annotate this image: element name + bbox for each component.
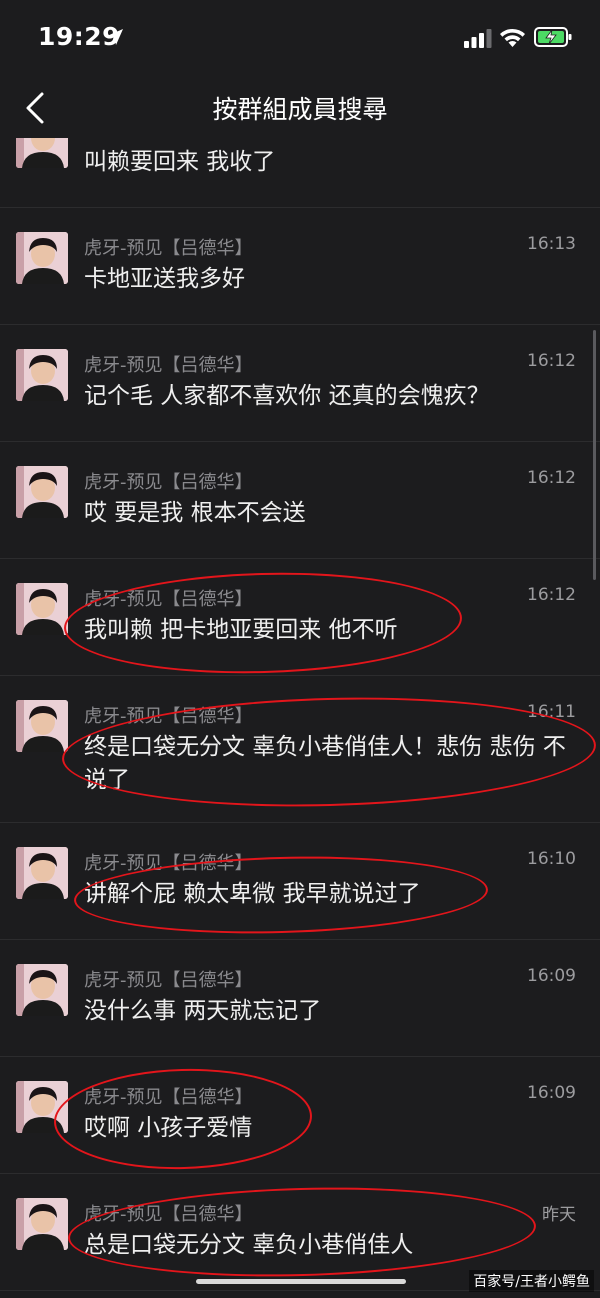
list-item[interactable]: 虎牙-预见【吕德华】 16:12 我叫赖 把卡地亚要回来 他不听: [0, 559, 600, 679]
status-bar: 19:29: [0, 0, 600, 78]
message-time: 16:09: [527, 966, 576, 986]
message-text: 卡地亚送我多好: [84, 266, 245, 292]
avatar: [16, 847, 68, 899]
nav-bar: 按群組成員搜尋: [0, 78, 600, 138]
list-item[interactable]: 虎牙-预见【吕德华】 16:09 没什么事 两天就忘记了: [0, 940, 600, 1057]
avatar: [16, 466, 68, 518]
sender-name: 虎牙-预见【吕德华】: [84, 472, 253, 493]
signal-icon: [464, 29, 492, 48]
list-item[interactable]: 虎牙-预见【吕德华】 16:10 讲解个屁 赖太卑微 我早就说过了: [0, 823, 600, 940]
list-item[interactable]: 虎牙-预见【吕德华】 16:13 卡地亚送我多好: [0, 208, 600, 325]
avatar: [16, 964, 68, 1016]
message-time: 16:12: [527, 351, 576, 371]
avatar: [16, 1081, 68, 1133]
avatar: [16, 349, 68, 401]
wifi-icon: [500, 28, 525, 47]
sender-name: 虎牙-预见【吕德华】: [84, 853, 253, 874]
page-title: 按群組成員搜尋: [212, 95, 388, 124]
battery-charging-icon: [534, 27, 572, 47]
message-time: 16:13: [527, 234, 576, 254]
avatar: [16, 232, 68, 284]
message-text: 讲解个屁 赖太卑微 我早就说过了: [84, 881, 421, 907]
sender-name: 虎牙-预见【吕德华】: [84, 970, 253, 991]
avatar: [16, 583, 68, 635]
avatar: [16, 138, 68, 168]
avatar-photo: [16, 1081, 68, 1133]
message-text: 总是口袋无分文 辜负小巷俏佳人: [84, 1232, 414, 1258]
avatar-photo: [16, 138, 68, 168]
list-item[interactable]: 虎牙-预见【吕德华】 16:11 终是口袋无分文 辜负小巷俏佳人！悲伤 悲伤 不…: [0, 676, 600, 823]
message-time: 16:12: [527, 468, 576, 488]
avatar-photo: [16, 847, 68, 899]
home-indicator[interactable]: [196, 1279, 406, 1284]
list-item-partial[interactable]: 叫赖要回来 我收了: [0, 138, 600, 208]
sender-name: 虎牙-预见【吕德华】: [84, 238, 253, 259]
message-text: 没什么事 两天就忘记了: [84, 998, 322, 1024]
message-time: 16:09: [527, 1083, 576, 1103]
list-item[interactable]: 虎牙-预见【吕德华】 16:09 哎啊 小孩子爱情: [0, 1057, 600, 1174]
avatar-photo: [16, 349, 68, 401]
message-text: 终是口袋无分文 辜负小巷俏佳人！悲伤 悲伤 不说了: [84, 734, 566, 793]
sender-name: 虎牙-预见【吕德华】: [84, 706, 253, 727]
avatar-photo: [16, 964, 68, 1016]
sender-name: 虎牙-预见【吕德华】: [84, 1204, 253, 1225]
message-text: 叫赖要回来 我收了: [84, 149, 276, 175]
sender-name: 虎牙-预见【吕德华】: [84, 355, 253, 376]
scrollbar[interactable]: [593, 330, 596, 580]
screen: 19:29 按群組成員搜尋 叫赖要回来 我收了 虎牙-预见【吕德华】 16:13…: [0, 0, 600, 1298]
message-time: 16:10: [527, 849, 576, 869]
avatar-photo: [16, 700, 68, 752]
avatar: [16, 1198, 68, 1250]
message-text: 记个毛 人家都不喜欢你 还真的会愧疚？: [84, 383, 490, 409]
message-text: 我叫赖 把卡地亚要回来 他不听: [84, 617, 398, 643]
avatar: [16, 700, 68, 752]
avatar-photo: [16, 1198, 68, 1250]
avatar-photo: [16, 466, 68, 518]
avatar-photo: [16, 583, 68, 635]
message-time: 16:12: [527, 585, 576, 605]
watermark-text: 百家号/王者小鳄鱼: [469, 1270, 594, 1292]
avatar-photo: [16, 232, 68, 284]
message-time: 16:11: [527, 702, 576, 722]
location-arrow-icon: [107, 29, 123, 45]
message-text: 哎啊 小孩子爱情: [84, 1115, 253, 1141]
sender-name: 虎牙-预见【吕德华】: [84, 1087, 253, 1108]
search-result-list: 叫赖要回来 我收了 虎牙-预见【吕德华】 16:13 卡地亚送我多好 虎牙-预见…: [0, 138, 600, 1291]
list-item[interactable]: 虎牙-预见【吕德华】 16:12 哎 要是我 根本不会送: [0, 442, 600, 559]
message-text: 哎 要是我 根本不会送: [84, 500, 306, 526]
sender-name: 虎牙-预见【吕德华】: [84, 589, 253, 610]
list-item[interactable]: 虎牙-预见【吕德华】 16:12 记个毛 人家都不喜欢你 还真的会愧疚？: [0, 325, 600, 442]
message-time: 昨天: [542, 1205, 576, 1225]
